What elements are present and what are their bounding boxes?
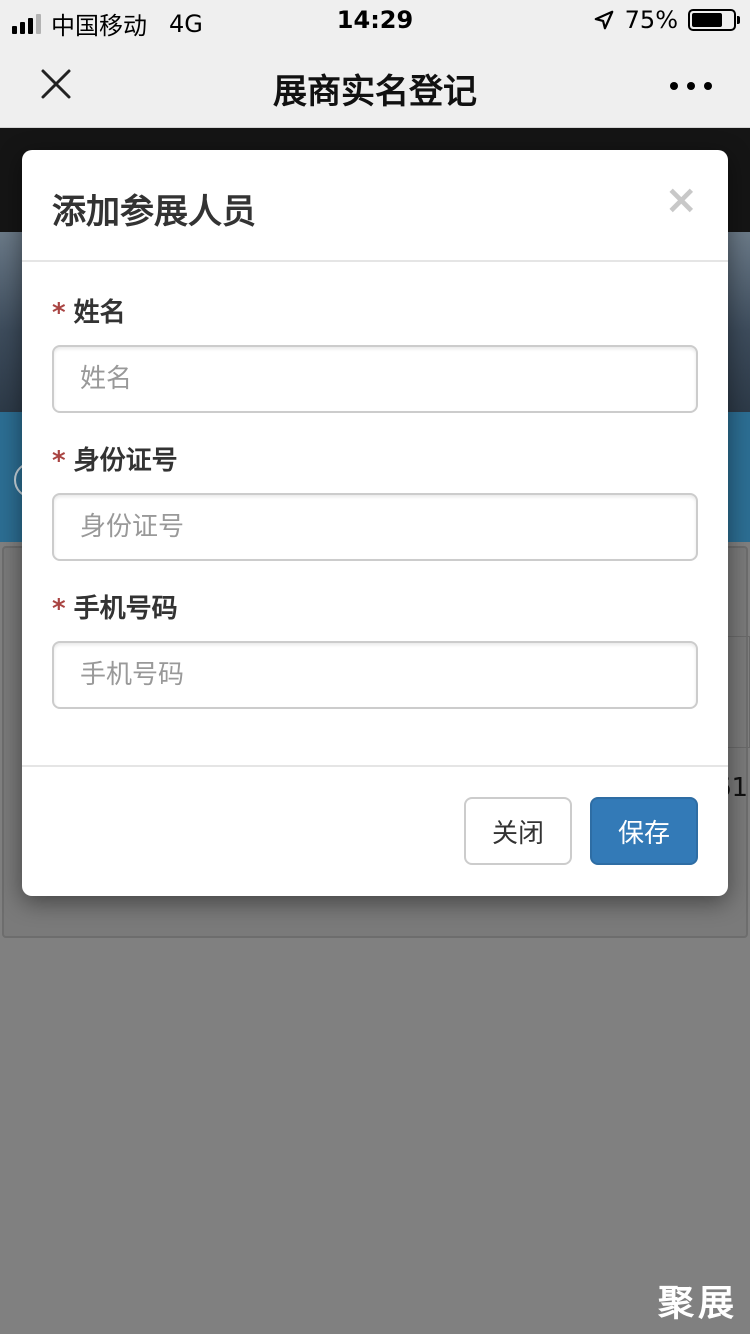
save-button[interactable]: 保存 xyxy=(590,797,698,865)
add-exhibitor-modal: 添加参展人员 × *姓名 *身份证号 *手机号码 关闭 保存 xyxy=(22,150,728,896)
modal-title: 添加参展人员 xyxy=(52,192,256,232)
id-number-label: * 身份证号 xyxy=(52,443,698,479)
name-label: * 姓名 xyxy=(52,295,698,331)
modal-header: 添加参展人员 × xyxy=(22,150,728,262)
close-button[interactable]: 关闭 xyxy=(464,797,572,865)
phone-label-text: 手机号码 xyxy=(73,594,178,624)
id-number-input[interactable] xyxy=(52,493,698,561)
location-arrow-icon xyxy=(594,10,614,30)
required-star: * xyxy=(52,298,66,328)
name-input[interactable] xyxy=(52,345,698,413)
phone-field-group: * 手机号码 xyxy=(52,591,698,709)
id-number-field-group: * 身份证号 xyxy=(52,443,698,561)
phone-label: * 手机号码 xyxy=(52,591,698,627)
required-star: * xyxy=(52,594,66,624)
name-label-text: 姓名 xyxy=(73,298,126,328)
status-bar-right: 75% xyxy=(593,6,740,34)
battery-percent: 75% xyxy=(624,6,678,34)
watermark-logo: 聚展 xyxy=(657,1283,738,1324)
battery-icon xyxy=(688,9,740,31)
nav-bar: 展商实名登记 xyxy=(0,42,750,128)
name-field-group: * 姓名 xyxy=(52,295,698,413)
required-star: * xyxy=(52,446,66,476)
id-number-label-text: 身份证号 xyxy=(73,446,178,476)
modal-close-button[interactable]: × xyxy=(664,180,698,220)
battery-fill xyxy=(692,13,722,27)
phone-input[interactable] xyxy=(52,641,698,709)
more-dots-icon[interactable] xyxy=(670,82,712,90)
status-bar: 中国移动 4G 14:29 75% xyxy=(0,0,750,42)
page-title: 展商实名登记 xyxy=(273,72,477,112)
modal-footer: 关闭 保存 xyxy=(22,765,728,896)
